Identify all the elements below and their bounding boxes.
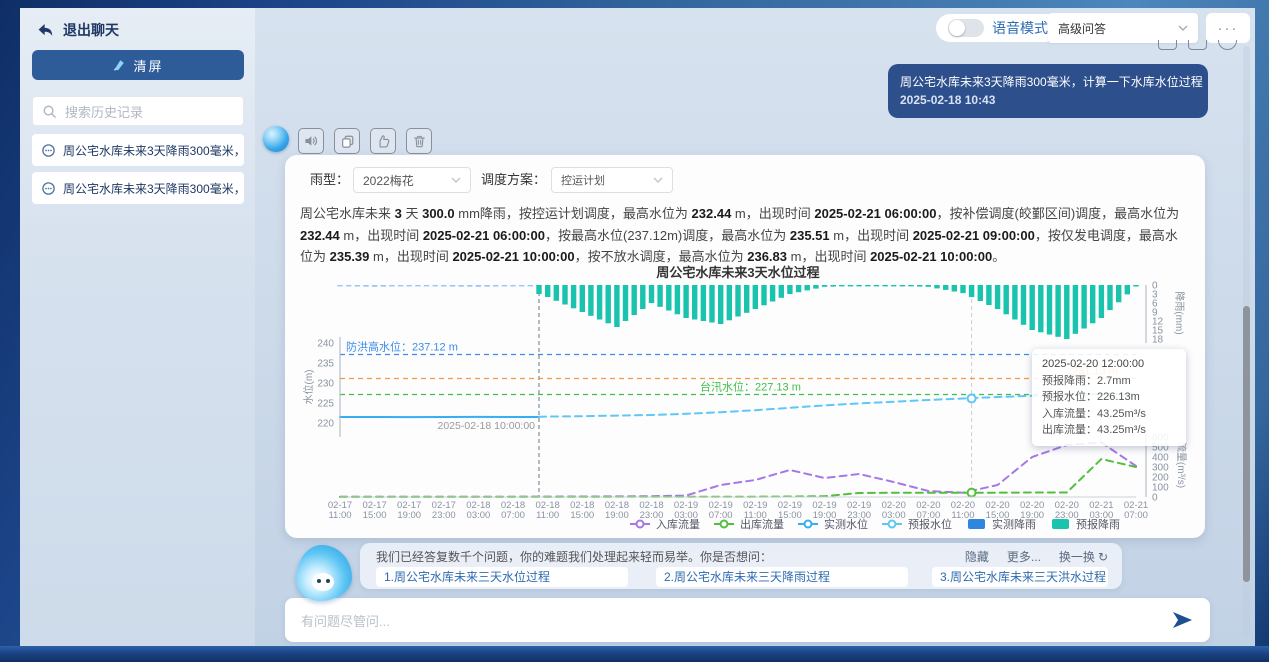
thumbs-up-icon[interactable] bbox=[370, 128, 396, 154]
voice-mode-control: 语音模式 bbox=[936, 14, 1060, 42]
rain-type-select[interactable]: 2022梅花 bbox=[353, 167, 471, 193]
brush-icon bbox=[112, 58, 126, 72]
svg-text:水位(m): 水位(m) bbox=[302, 370, 315, 405]
svg-text:降雨(mm): 降雨(mm) bbox=[1173, 291, 1186, 334]
svg-text:240: 240 bbox=[317, 339, 334, 350]
ellipsis-icon: ··· bbox=[1218, 20, 1239, 37]
search-input[interactable]: 搜索历史记录 bbox=[32, 96, 244, 126]
send-arrow-icon[interactable] bbox=[1170, 609, 1194, 636]
plan-value: 控运计划 bbox=[561, 172, 605, 188]
chevron-down-icon bbox=[451, 177, 461, 183]
svg-text:15:00: 15:00 bbox=[363, 510, 387, 521]
message-input[interactable]: 有问题尽管问... bbox=[285, 598, 1210, 642]
suggestions-intro: 我们已经答复数千个问题，你的难题我们处理起来轻而易举。你是否想问： bbox=[376, 548, 772, 565]
reply-arrow-icon bbox=[36, 21, 55, 39]
voice-mode-toggle[interactable] bbox=[948, 19, 984, 37]
exit-chat-label: 退出聊天 bbox=[63, 20, 119, 40]
svg-text:出库流量: 出库流量 bbox=[740, 517, 784, 531]
svg-text:0: 0 bbox=[1152, 493, 1158, 504]
svg-text:231.13 m: 231.13 m bbox=[1072, 365, 1118, 377]
user-icon[interactable] bbox=[1218, 40, 1237, 50]
speaker-icon[interactable] bbox=[298, 128, 324, 154]
user-message-time: 2025-02-18 10:43 bbox=[900, 91, 1196, 109]
svg-text:实测水位: 实测水位 bbox=[824, 517, 868, 531]
svg-text:220: 220 bbox=[317, 419, 334, 430]
suggestion-item-3[interactable]: 3.周公宅水库未来三天洪水过程 bbox=[932, 567, 1108, 587]
more-menu-button[interactable]: ··· bbox=[1206, 13, 1250, 43]
svg-text:入库流量: 入库流量 bbox=[656, 517, 700, 531]
search-placeholder: 搜索历史记录 bbox=[65, 102, 143, 121]
svg-text:03:00: 03:00 bbox=[882, 510, 906, 521]
user-message-text: 周公宅水库未来3天降雨300毫米，计算一下水库水位过程 bbox=[900, 73, 1196, 91]
chevron-down-icon bbox=[653, 177, 663, 183]
hide-button[interactable]: 隐藏 bbox=[965, 548, 989, 565]
clear-screen-button[interactable]: 清屏 bbox=[32, 50, 244, 80]
input-placeholder: 有问题尽管问... bbox=[301, 611, 390, 630]
assistant-avatar bbox=[263, 126, 289, 152]
history-item-label: 周公宅水库未来3天降雨300毫米，... bbox=[63, 180, 244, 197]
svg-text:225: 225 bbox=[317, 399, 334, 410]
svg-text:19:00: 19:00 bbox=[605, 510, 629, 521]
svg-text:07:00: 07:00 bbox=[501, 510, 525, 521]
user-message-bubble: 周公宅水库未来3天降雨300毫米，计算一下水库水位过程 2025-02-18 1… bbox=[888, 64, 1208, 118]
qa-mode-value: 高级问答 bbox=[1058, 20, 1106, 37]
answer-card: 雨型： 2022梅花 调度方案： 控运计划 周公宅水库未来 3 天 300.0 … bbox=[285, 155, 1205, 538]
svg-text:07:00: 07:00 bbox=[709, 510, 733, 521]
svg-text:防洪高水位：237.12 m: 防洪高水位：237.12 m bbox=[346, 340, 458, 354]
plan-select[interactable]: 控运计划 bbox=[551, 167, 673, 193]
suggestions-panel: 我们已经答复数千个问题，你的难题我们处理起来轻而易举。你是否想问： 隐藏 更多.… bbox=[360, 543, 1122, 589]
print-icon[interactable] bbox=[1188, 40, 1207, 50]
svg-text:2025-02-18 10:00:00: 2025-02-18 10:00:00 bbox=[438, 420, 536, 432]
svg-text:11:00: 11:00 bbox=[328, 510, 351, 521]
search-icon bbox=[42, 104, 57, 119]
refresh-icon: ↻ bbox=[1098, 550, 1108, 564]
svg-text:18: 18 bbox=[1152, 335, 1164, 346]
plan-label: 调度方案： bbox=[481, 167, 546, 193]
svg-text:实测降雨: 实测降雨 bbox=[992, 517, 1036, 531]
clear-screen-label: 清屏 bbox=[133, 56, 163, 75]
svg-text:预报水位: 预报水位 bbox=[908, 517, 952, 531]
chart-canvas: 周公宅水库未来3天水位过程 2025-02-18 10:00:00 防洪高水位：23… bbox=[300, 265, 1190, 531]
svg-text:230: 230 bbox=[317, 379, 334, 390]
svg-text:台汛水位：227.13 m: 台汛水位：227.13 m bbox=[700, 379, 801, 393]
voice-mode-label: 语音模式 bbox=[992, 18, 1048, 38]
svg-text:15:00: 15:00 bbox=[570, 510, 594, 521]
more-button[interactable]: 更多... bbox=[1007, 548, 1041, 565]
sidebar: 退出聊天 清屏 搜索历史记录 周公宅水库未来3天降雨300毫米，... 周公宅水… bbox=[20, 8, 256, 648]
svg-text:03:00: 03:00 bbox=[467, 510, 491, 521]
copy-icon[interactable] bbox=[334, 128, 360, 154]
svg-text:周公宅水库未来3天水位过程: 周公宅水库未来3天水位过程 bbox=[656, 265, 819, 280]
history-item[interactable]: 周公宅水库未来3天降雨300毫米，... bbox=[32, 134, 244, 166]
rain-type-value: 2022梅花 bbox=[363, 172, 414, 189]
rain-type-label: 雨型： bbox=[310, 167, 349, 193]
bottom-border bbox=[0, 646, 1269, 662]
svg-text:流量(m³/s): 流量(m³/s) bbox=[1175, 442, 1188, 488]
scrollbar-thumb[interactable] bbox=[1243, 306, 1250, 582]
water-level-chart: 周公宅水库未来3天水位过程 2025-02-18 10:00:00 防洪高水位：23… bbox=[300, 265, 1190, 531]
forecast-summary-text: 周公宅水库未来 3 天 300.0 mm降雨，按控运计划调度，最高水位为 232… bbox=[300, 203, 1190, 268]
trash-icon[interactable] bbox=[406, 128, 432, 154]
suggestion-item-2[interactable]: 2.周公宅水库未来三天降雨过程 bbox=[656, 567, 908, 587]
svg-text:19:00: 19:00 bbox=[397, 510, 421, 521]
svg-text:23:00: 23:00 bbox=[432, 510, 456, 521]
copy-icon[interactable] bbox=[1158, 40, 1177, 50]
svg-text:235: 235 bbox=[317, 359, 334, 370]
svg-text:07:00: 07:00 bbox=[1124, 510, 1148, 521]
history-item[interactable]: 周公宅水库未来3天降雨300毫米，... bbox=[32, 172, 244, 204]
refresh-button[interactable]: 换一换 ↻ bbox=[1059, 548, 1108, 565]
qa-mode-select[interactable]: 高级问答 bbox=[1048, 13, 1198, 43]
toggle-knob bbox=[949, 20, 965, 36]
suggestion-item-1[interactable]: 1.周公宅水库未来三天水位过程 bbox=[376, 567, 628, 587]
svg-text:预报降雨: 预报降雨 bbox=[1076, 517, 1120, 531]
chat-bubble-icon bbox=[41, 143, 56, 158]
history-item-label: 周公宅水库未来3天降雨300毫米，... bbox=[63, 142, 244, 159]
assistant-toolbar bbox=[298, 128, 432, 154]
svg-text:11:00: 11:00 bbox=[536, 510, 559, 521]
suggestions-actions: 隐藏 更多... 换一换 ↻ bbox=[965, 548, 1108, 565]
chat-bubble-icon bbox=[41, 181, 56, 196]
exit-chat-button[interactable]: 退出聊天 bbox=[36, 20, 119, 40]
chevron-down-icon bbox=[1178, 25, 1188, 31]
